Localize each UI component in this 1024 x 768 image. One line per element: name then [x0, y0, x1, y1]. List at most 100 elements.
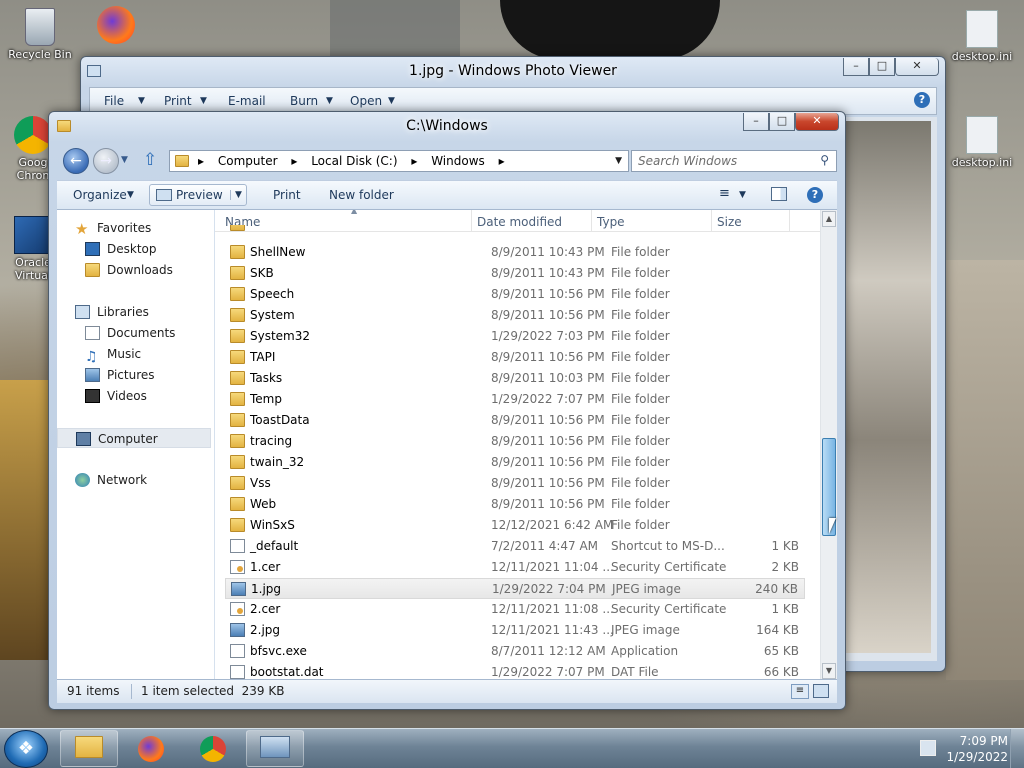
folder-icon	[230, 497, 245, 511]
file-row[interactable]: ToastData 8/9/2011 10:56 PM File folder	[225, 410, 805, 431]
file-type: File folder	[611, 329, 670, 343]
file-date: 1/29/2022 7:03 PM	[491, 329, 605, 343]
search-input[interactable]: Search Windows	[631, 150, 837, 172]
taskbar-firefox-button[interactable]	[122, 730, 180, 767]
desktop-icon-desktop-ini-1[interactable]: desktop.ini	[944, 10, 1020, 63]
file-list[interactable]: Name ▲ Date modified Type Size ShellNew 8…	[215, 210, 823, 680]
file-row[interactable]: _default 7/2/2011 4:47 AM Shortcut to MS-D…	[225, 536, 805, 557]
details-view-icon[interactable]: ≡	[791, 684, 809, 699]
file-row[interactable]: ShellNew 8/9/2011 10:43 PM File folder	[225, 242, 805, 263]
breadcrumb-separator-icon[interactable]: ▸	[291, 154, 297, 168]
minimize-button[interactable]: –	[843, 58, 869, 76]
desktop-icon-firefox[interactable]	[78, 6, 154, 46]
file-name: 1.jpg	[251, 582, 282, 596]
help-icon[interactable]: ?	[914, 92, 930, 108]
file-row[interactable]: WinSxS 12/12/2021 6:42 AM File folder	[225, 515, 805, 536]
minimize-button[interactable]: –	[743, 113, 769, 131]
file-row[interactable]: Vss 8/9/2011 10:56 PM File folder	[225, 473, 805, 494]
recent-pages-chevron-icon[interactable]: ▼	[121, 155, 128, 165]
image-file-icon	[230, 623, 245, 637]
action-center-flag-icon[interactable]	[920, 740, 936, 756]
scroll-down-arrow-icon[interactable]: ▼	[822, 663, 836, 679]
desktop-icon-label: Recycle Bin	[8, 48, 72, 61]
command-bar: Organize ▼ Preview ▼ Print New folder ≡ …	[57, 180, 837, 210]
breadcrumb-computer[interactable]: Computer	[218, 154, 278, 168]
file-row[interactable]: System 8/9/2011 10:56 PM File folder	[225, 305, 805, 326]
preview-button-label[interactable]: Preview	[176, 188, 223, 202]
chevron-down-icon: ▼	[127, 190, 134, 200]
taskbar-photo-viewer-button[interactable]	[246, 730, 304, 767]
file-row[interactable]: TAPI 8/9/2011 10:56 PM File folder	[225, 347, 805, 368]
preview-split-button[interactable]: Preview ▼	[149, 184, 247, 206]
clock-date: 1/29/2022	[946, 750, 1008, 764]
menu-open[interactable]: Open	[350, 94, 382, 108]
nav-music[interactable]: ♫ Music	[57, 344, 215, 365]
file-row[interactable]: 1.cer 12/11/2021 11:04 ... Security Certif…	[225, 557, 805, 578]
file-row[interactable]: twain_32 8/9/2011 10:56 PM File folder	[225, 452, 805, 473]
up-arrow-icon[interactable]: ⇧	[143, 150, 157, 170]
new-folder-button[interactable]: New folder	[329, 188, 394, 202]
menu-print[interactable]: Print	[164, 94, 192, 108]
file-row[interactable]: bootstat.dat 1/29/2022 7:07 PM DAT File 66 …	[225, 662, 805, 680]
nav-videos[interactable]: Videos	[57, 386, 215, 406]
file-row[interactable]: bfsvc.exe 8/7/2011 12:12 AM Application 65 …	[225, 641, 805, 662]
maximize-button[interactable]: □	[769, 113, 795, 131]
organize-button[interactable]: Organize	[73, 188, 127, 202]
menu-burn[interactable]: Burn	[290, 94, 318, 108]
help-icon[interactable]: ?	[807, 187, 823, 203]
address-history-chevron-icon[interactable]: ▼	[615, 156, 622, 166]
file-row[interactable]: Temp 1/29/2022 7:07 PM File folder	[225, 389, 805, 410]
desktop-icon-recycle-bin[interactable]: Recycle Bin	[2, 8, 78, 61]
show-desktop-button[interactable]	[1010, 729, 1024, 768]
breadcrumb-separator-icon[interactable]: ▸	[411, 154, 417, 168]
menu-file[interactable]: File	[104, 94, 124, 108]
desktop-icon-desktop-ini-2[interactable]: desktop.ini	[944, 116, 1020, 169]
breadcrumb-windows[interactable]: Windows	[431, 154, 485, 168]
breadcrumb-separator-icon[interactable]: ▸	[198, 154, 204, 168]
taskbar-chrome-button[interactable]	[184, 730, 242, 767]
file-row[interactable]: 2.jpg 12/11/2021 11:43 ... JPEG image 164 K…	[225, 620, 805, 641]
nav-libraries[interactable]: Libraries	[57, 302, 215, 322]
nav-downloads[interactable]: Downloads	[57, 260, 215, 280]
back-button[interactable]: ←	[63, 148, 89, 174]
nav-favorites[interactable]: ★ Favorites	[57, 218, 215, 238]
file-size: 164 KB	[756, 623, 799, 637]
file-row[interactable]: SKB 8/9/2011 10:43 PM File folder	[225, 263, 805, 284]
chevron-down-icon[interactable]: ▼	[230, 190, 242, 200]
taskbar-explorer-button[interactable]	[60, 730, 118, 767]
system-clock[interactable]: 7:09 PM 1/29/2022	[946, 733, 1008, 765]
file-row[interactable]: Tasks 8/9/2011 10:03 PM File folder	[225, 368, 805, 389]
nav-pictures[interactable]: Pictures	[57, 365, 215, 385]
file-row[interactable]: 1.jpg 1/29/2022 7:04 PM JPEG image 240 KB	[225, 578, 805, 599]
file-row[interactable]: tracing 8/9/2011 10:56 PM File folder	[225, 431, 805, 452]
menu-email[interactable]: E-mail	[228, 94, 266, 108]
vertical-scrollbar[interactable]: ▲ ▼	[820, 210, 837, 680]
file-type: File folder	[611, 455, 670, 469]
file-name: 2.jpg	[250, 623, 281, 637]
maximize-button[interactable]: □	[869, 58, 895, 76]
nav-desktop[interactable]: Desktop	[57, 239, 215, 259]
file-row[interactable]: Web 8/9/2011 10:56 PM File folder	[225, 494, 805, 515]
print-button[interactable]: Print	[273, 188, 301, 202]
file-name: tracing	[250, 434, 293, 448]
search-icon[interactable]: ⚲	[820, 153, 829, 167]
nav-network[interactable]: Network	[57, 470, 215, 490]
scroll-up-arrow-icon[interactable]: ▲	[822, 211, 836, 227]
large-icons-view-icon[interactable]	[813, 684, 829, 698]
file-row[interactable]: Speech 8/9/2011 10:56 PM File folder	[225, 284, 805, 305]
breadcrumb-separator-icon[interactable]: ▸	[499, 154, 505, 168]
close-button[interactable]: ✕	[895, 58, 939, 76]
address-bar[interactable]: ▸ Computer ▸ Local Disk (C:) ▸ Windows ▸…	[169, 150, 629, 172]
file-row[interactable]: System32 1/29/2022 7:03 PM File folder	[225, 326, 805, 347]
preview-pane-icon[interactable]	[771, 187, 787, 201]
start-button[interactable]: ❖	[4, 730, 48, 768]
chevron-down-icon[interactable]: ▼	[739, 190, 746, 200]
file-row[interactable]: 2.cer 12/11/2021 11:08 ... Security Certif…	[225, 599, 805, 620]
nav-computer[interactable]: Computer	[57, 428, 211, 448]
nav-documents[interactable]: Documents	[57, 323, 215, 343]
explorer-window[interactable]: C:\Windows – □ ✕ ← → ▼ ⇧ ▸ Computer ▸ Lo…	[48, 111, 846, 710]
close-button[interactable]: ✕	[795, 113, 839, 131]
breadcrumb-local-disk[interactable]: Local Disk (C:)	[311, 154, 397, 168]
view-options-icon[interactable]: ≡	[719, 186, 730, 201]
forward-button[interactable]: →	[93, 148, 119, 174]
